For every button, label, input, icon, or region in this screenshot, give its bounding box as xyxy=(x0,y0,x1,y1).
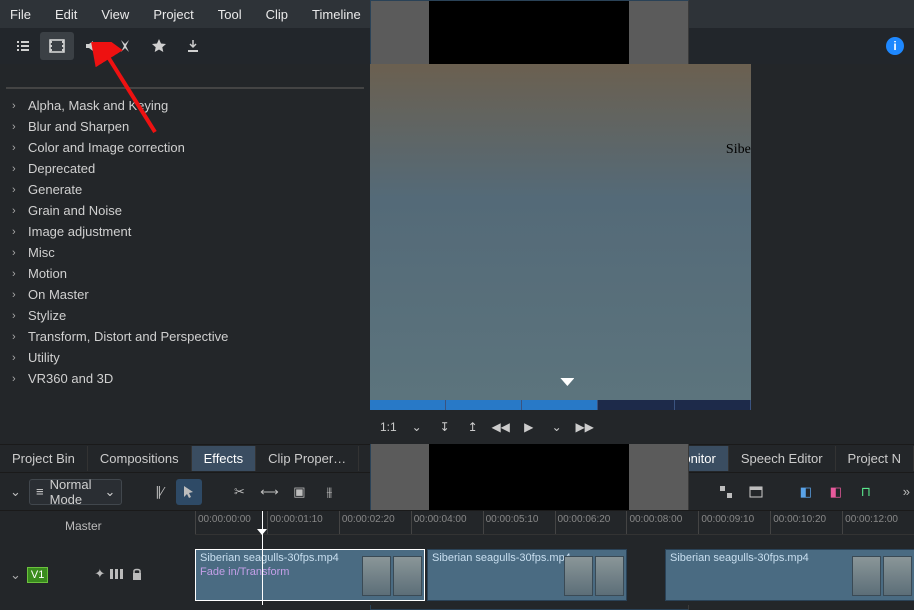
timeline-ruler[interactable]: 00:00:00:0000:00:01:1000:00:02:2000:00:0… xyxy=(195,511,914,535)
edit-mode-dropdown[interactable]: ≡ Normal Mode ⌄ xyxy=(29,479,122,505)
menu-item-project[interactable]: Project xyxy=(143,3,203,26)
effects-tree[interactable]: ›Alpha, Mask and Keying›Blur and Sharpen… xyxy=(6,88,364,444)
in-point-icon[interactable]: ↧ xyxy=(433,415,457,439)
main-area: ›Alpha, Mask and Keying›Blur and Sharpen… xyxy=(0,64,914,444)
ruler-tick: 00:00:12:00 xyxy=(842,511,914,534)
expand-toolbar-icon[interactable]: » xyxy=(903,479,910,505)
ruler-tick: 00:00:10:20 xyxy=(770,511,842,534)
tree-view-icon[interactable] xyxy=(6,32,40,60)
color-audio-icon[interactable]: ◧ xyxy=(793,479,819,505)
playhead-icon xyxy=(560,378,574,386)
zoom-label[interactable]: 1:1 xyxy=(376,420,401,434)
playhead[interactable] xyxy=(262,511,263,605)
download-effects-icon[interactable] xyxy=(176,32,210,60)
ruler-tick: 00:00:06:20 xyxy=(555,511,627,534)
tab-speech-editor[interactable]: Speech Editor xyxy=(729,446,836,471)
razor-tool-icon[interactable]: ✂ xyxy=(226,479,252,505)
effects-category[interactable]: ›VR360 and 3D xyxy=(6,368,364,389)
ruler-tick: 00:00:00:00 xyxy=(195,511,267,534)
project-monitor-viewport[interactable]: Sibe xyxy=(370,64,751,400)
ruler-tick: 00:00:04:00 xyxy=(411,511,483,534)
effects-category[interactable]: ›Image adjustment xyxy=(6,221,364,242)
ripple-tool-icon[interactable]: ⫵ xyxy=(316,479,342,505)
effects-category[interactable]: ›On Master xyxy=(6,284,364,305)
ruler-tick: 00:00:02:20 xyxy=(339,511,411,534)
custom-effects-icon[interactable] xyxy=(108,32,142,60)
effects-icon[interactable]: ✦ xyxy=(94,566,105,585)
play-icon[interactable]: ▶ xyxy=(517,415,541,439)
ruler-tick: 00:00:09:10 xyxy=(698,511,770,534)
effects-category[interactable]: ›Generate xyxy=(6,179,364,200)
project-monitor-controls: 1:1 ⌄ ↧ ↥ ◀◀ ▶ ⌄ ▶▶ xyxy=(370,410,751,444)
slip-tool-icon[interactable]: ▣ xyxy=(286,479,312,505)
effects-search[interactable] xyxy=(6,64,364,88)
favorites-icon[interactable] xyxy=(142,32,176,60)
zoom-menu-icon[interactable]: ⌄ xyxy=(405,415,429,439)
ruler-tick: 00:00:01:10 xyxy=(267,511,339,534)
show-thumbs-icon[interactable] xyxy=(743,479,769,505)
audio-effects-icon[interactable] xyxy=(74,32,108,60)
effects-category[interactable]: ›Stylize xyxy=(6,305,364,326)
lock-track-icon[interactable] xyxy=(129,566,145,585)
timeline-clip[interactable]: Siberian seagulls-30fps.mp4Fade in/Trans… xyxy=(195,549,425,601)
menu-item-timeline[interactable]: Timeline xyxy=(302,3,371,26)
effects-category[interactable]: ›Transform, Distort and Perspective xyxy=(6,326,364,347)
mode-label: Normal Mode xyxy=(50,477,99,507)
effects-category[interactable]: ›Misc xyxy=(6,242,364,263)
effects-category[interactable]: ›Color and Image correction xyxy=(6,137,364,158)
spacer-tool-icon[interactable]: ⟷ xyxy=(256,479,282,505)
track-label[interactable]: V1 xyxy=(27,567,48,583)
effects-category[interactable]: ›Utility xyxy=(6,347,364,368)
effects-category[interactable]: ›Deprecated xyxy=(6,158,364,179)
effects-category[interactable]: ›Alpha, Mask and Keying xyxy=(6,95,364,116)
tab-project-bin[interactable]: Project Bin xyxy=(0,446,88,471)
mute-track-icon[interactable] xyxy=(109,566,125,585)
timeline: Master 00:00:00:0000:00:01:1000:00:02:20… xyxy=(0,510,914,605)
video-overlay-text: Sibe xyxy=(726,142,751,158)
collapse-icon[interactable]: ⌄ xyxy=(6,479,25,505)
color-video-icon[interactable]: ◧ xyxy=(823,479,849,505)
master-track-label[interactable]: Master xyxy=(65,519,102,533)
project-monitor: Sibe 1:1 ⌄ ↧ ↥ ◀◀ ▶ ⌄ ▶▶ xyxy=(370,64,751,444)
tab-clip-proper-[interactable]: Clip Proper… xyxy=(256,446,359,471)
out-point-icon[interactable]: ↥ xyxy=(461,415,485,439)
effects-panel: ›Alpha, Mask and Keying›Blur and Sharpen… xyxy=(0,64,370,444)
track-header[interactable]: ⌄ V1 ✦ xyxy=(0,549,195,601)
project-scrub[interactable] xyxy=(370,400,751,410)
menu-item-view[interactable]: View xyxy=(91,3,139,26)
tab-project-n[interactable]: Project N xyxy=(836,446,914,471)
video-track-row: ⌄ V1 ✦ Siberian seagulls-30fps.mp4Fade i… xyxy=(0,549,914,601)
rewind-icon[interactable]: ◀◀ xyxy=(489,415,513,439)
menu-item-tool[interactable]: Tool xyxy=(208,3,252,26)
effects-category[interactable]: ›Grain and Noise xyxy=(6,200,364,221)
expand-track-icon[interactable]: ⌄ xyxy=(10,567,21,583)
menu-item-clip[interactable]: Clip xyxy=(256,3,298,26)
effects-category[interactable]: ›Blur and Sharpen xyxy=(6,116,364,137)
ruler-tick: 00:00:08:00 xyxy=(626,511,698,534)
timeline-clip[interactable]: Siberian seagulls-30fps.mp4 xyxy=(427,549,627,601)
selection-tool-icon[interactable] xyxy=(176,479,202,505)
monitors: In Point 1:1 ⌄ ↧ ↥ ◀◀ ▶ ⌄ ▶▶ › xyxy=(370,64,914,444)
menu-item-edit[interactable]: Edit xyxy=(45,3,87,26)
compositing-icon[interactable]: ∥⁄ xyxy=(146,479,172,505)
forward-icon[interactable]: ▶▶ xyxy=(573,415,597,439)
info-icon[interactable]: i xyxy=(886,37,904,55)
mix-audio-icon[interactable] xyxy=(713,479,739,505)
play-menu-icon[interactable]: ⌄ xyxy=(545,415,569,439)
ruler-tick: 00:00:05:10 xyxy=(483,511,555,534)
track-content[interactable]: Siberian seagulls-30fps.mp4Fade in/Trans… xyxy=(195,549,914,601)
snap-icon[interactable]: ⊓ xyxy=(853,479,879,505)
menu-item-file[interactable]: File xyxy=(6,3,41,26)
tab-compositions[interactable]: Compositions xyxy=(88,446,192,471)
video-effects-icon[interactable] xyxy=(40,32,74,60)
timeline-clip[interactable]: Siberian seagulls-30fps.mp4 xyxy=(665,549,914,601)
effects-category[interactable]: ›Motion xyxy=(6,263,364,284)
tab-effects[interactable]: Effects xyxy=(192,446,257,471)
